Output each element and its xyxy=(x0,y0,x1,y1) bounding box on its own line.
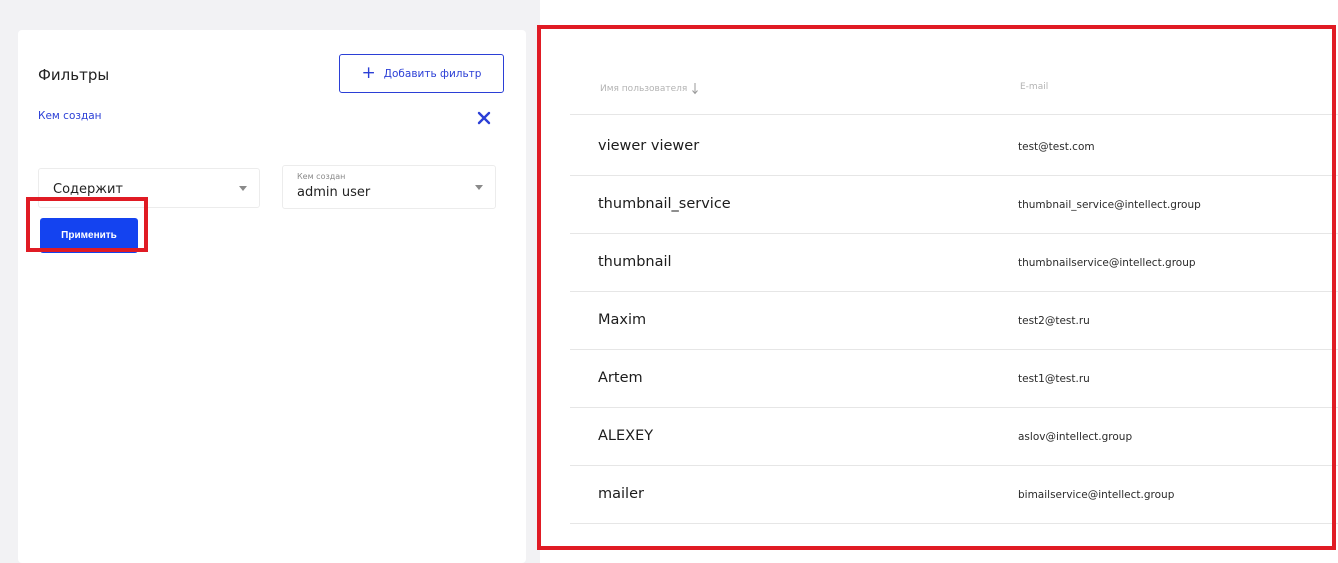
user-name-cell: thumbnail_service xyxy=(598,196,731,212)
column-header-username[interactable]: Имя пользователя xyxy=(600,82,699,95)
user-email-cell: aslov@intellect.group xyxy=(1018,431,1133,443)
table-row[interactable]: mailer bimailservice@intellect.group xyxy=(570,466,1338,524)
column-header-username-label: Имя пользователя xyxy=(600,83,688,94)
filters-panel: Фильтры + Добавить фильтр Кем создан Сод… xyxy=(18,30,526,563)
apply-button[interactable]: Применить xyxy=(40,218,138,253)
condition-select[interactable]: Содержит xyxy=(38,168,260,208)
user-email-cell: test1@test.ru xyxy=(1018,373,1090,385)
sort-down-icon[interactable] xyxy=(691,82,699,95)
user-name-cell: viewer viewer xyxy=(598,138,700,154)
user-name-cell: mailer xyxy=(598,486,644,502)
chevron-down-icon xyxy=(239,186,247,191)
user-name-cell: ALEXEY xyxy=(598,428,654,444)
user-email-cell: thumbnail_service@intellect.group xyxy=(1018,199,1201,211)
table-row[interactable]: Artem test1@test.ru xyxy=(570,350,1338,408)
condition-select-value: Содержит xyxy=(53,182,124,197)
user-name-cell: thumbnail xyxy=(598,254,672,270)
close-icon[interactable] xyxy=(476,110,492,126)
filter-value-label: Кем создан xyxy=(297,172,346,181)
table-row[interactable]: thumbnail thumbnailservice@intellect.gro… xyxy=(570,234,1338,292)
filter-field-name[interactable]: Кем создан xyxy=(38,110,102,122)
user-email-cell: test@test.com xyxy=(1018,141,1095,153)
table-header-divider xyxy=(570,114,1338,115)
table-row[interactable]: thumbnail_service thumbnail_service@inte… xyxy=(570,176,1338,234)
filter-value-select[interactable]: Кем создан admin user xyxy=(282,165,496,209)
plus-icon: + xyxy=(361,63,376,83)
table-row[interactable]: viewer viewer test@test.com xyxy=(570,118,1338,176)
column-header-email[interactable]: E-mail xyxy=(1020,82,1048,92)
add-filter-button[interactable]: + Добавить фильтр xyxy=(339,54,504,93)
user-name-cell: Artem xyxy=(598,370,643,386)
add-filter-label: Добавить фильтр xyxy=(383,67,482,80)
user-email-cell: thumbnailservice@intellect.group xyxy=(1018,257,1196,269)
user-email-cell: test2@test.ru xyxy=(1018,315,1090,327)
user-email-cell: bimailservice@intellect.group xyxy=(1018,489,1175,501)
filters-title: Фильтры xyxy=(38,66,110,84)
chevron-down-icon xyxy=(475,185,483,190)
users-page: Фильтры + Добавить фильтр Кем создан Сод… xyxy=(0,0,1338,563)
table-row[interactable]: ALEXEY aslov@intellect.group xyxy=(570,408,1338,466)
table-row[interactable]: Maxim test2@test.ru xyxy=(570,292,1338,350)
filter-value-selected: admin user xyxy=(297,185,371,200)
user-name-cell: Maxim xyxy=(598,312,647,328)
